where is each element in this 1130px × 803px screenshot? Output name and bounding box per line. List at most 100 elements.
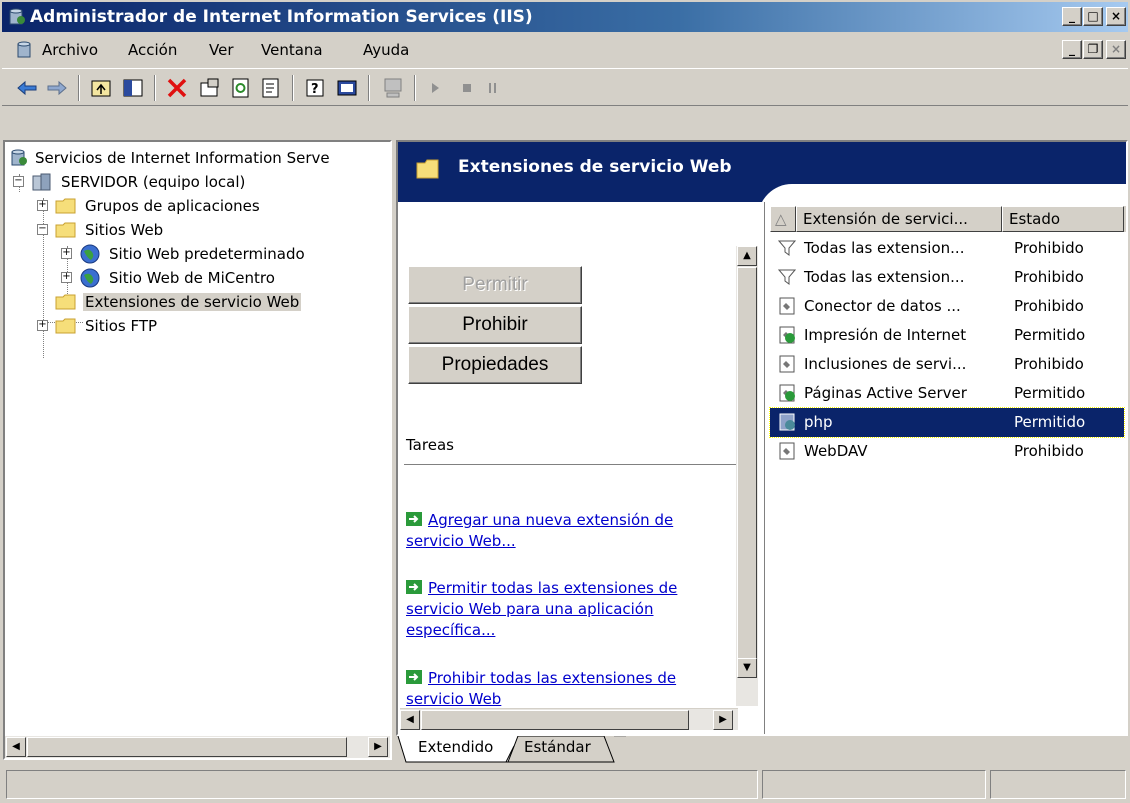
iis-manager-window: Administrador de Internet Information Se… [0,0,1130,803]
restore-icon: ❐ [1087,42,1099,56]
scroll-left-button[interactable]: ◀ [6,737,26,757]
task-allow-for-application[interactable]: Permitir todas las extensiones de servic… [406,578,726,641]
properties-icon[interactable] [196,75,222,101]
task-add-extension[interactable]: Agregar una nueva extensión de servicio … [406,510,726,552]
export-list-icon[interactable] [258,75,284,101]
extension-name: Inclusiones de servi... [804,355,967,373]
child-close-button[interactable]: × [1106,40,1126,59]
pause-icon[interactable] [480,75,506,101]
extension-allowed-icon [779,326,795,344]
menu-ayuda[interactable]: Ayuda [363,41,409,59]
console-tree[interactable]: Servicios de Internet Information Serve … [3,140,392,760]
scroll-thumb[interactable] [27,737,347,757]
task-link[interactable]: Agregar una nueva extensión de servicio … [406,511,673,550]
list-item[interactable]: WebDAV Prohibido [770,437,1124,466]
deny-button[interactable]: Prohibir [408,306,582,344]
tasks-divider [404,464,738,465]
task-arrow-icon [406,670,422,684]
pane-splitter[interactable] [764,202,766,734]
tree-line [43,198,44,358]
scroll-thumb[interactable] [421,710,689,730]
properties-button[interactable]: Propiedades [408,346,582,384]
allow-button[interactable]: Permitir [408,266,582,304]
list-item[interactable]: Impresión de Internet Permitido [770,321,1124,350]
title-bar[interactable]: Administrador de Internet Information Se… [2,2,1128,32]
expand-toggle[interactable]: + [61,272,72,283]
play-icon[interactable] [422,75,448,101]
collapse-toggle[interactable]: − [13,176,24,187]
scroll-thumb[interactable] [737,267,757,659]
console-window-icon [17,41,31,58]
scroll-right-button[interactable]: ▶ [368,737,388,757]
task-arrow-icon [406,512,422,526]
list-item[interactable]: Páginas Active Server Permitido [770,379,1124,408]
close-icon: × [1110,9,1122,23]
tree-label: Sitio Web de MiCentro [109,269,275,287]
collapse-toggle[interactable]: − [37,224,48,235]
extension-denied-icon [779,442,795,460]
tree-horizontal-scrollbar[interactable]: ◀ ▶ [5,736,390,758]
stop-icon[interactable] [454,75,480,101]
column-header-extension[interactable]: Extensión de servici... [796,206,1002,232]
list-item[interactable]: Inclusiones de servi... Prohibido [770,350,1124,379]
delete-icon[interactable] [164,75,190,101]
maximize-button[interactable]: □ [1083,7,1103,26]
task-link[interactable]: Permitir todas las extensiones de servic… [406,579,677,639]
close-icon: × [1110,42,1122,56]
tasks-vertical-scrollbar[interactable]: ▲ ▼ [736,246,758,706]
task-arrow-icon [406,580,422,594]
sort-column-header[interactable]: △ [770,206,796,232]
menu-ver[interactable]: Ver [209,41,234,59]
computer-icon[interactable] [380,75,406,101]
close-button[interactable]: × [1106,7,1126,26]
task-link[interactable]: Prohibir todas las extensiones de servic… [406,669,676,708]
minimize-icon: _ [1069,9,1075,23]
folder-icon [55,294,76,310]
list-item[interactable]: Todas las extension... Prohibido [770,234,1124,263]
list-item[interactable]: Todas las extension... Prohibido [770,263,1124,292]
task-deny-all[interactable]: Prohibir todas las extensiones de servic… [406,668,726,710]
details-pane: Extensiones de servicio Web Permitir Pro… [396,140,1128,736]
scroll-right-button[interactable]: ▶ [713,710,733,730]
scroll-up-button[interactable]: ▲ [737,246,757,266]
refresh-icon[interactable] [228,75,254,101]
menu-ventana[interactable]: Ventana [261,41,323,59]
menu-accion[interactable]: Acción [128,41,177,59]
expand-toggle[interactable]: + [37,320,48,331]
tasks-horizontal-scrollbar[interactable]: ◀ ▶ [400,708,738,730]
show-hide-tree-icon[interactable] [120,75,146,101]
toolbar-separator [368,75,370,101]
child-minimize-button[interactable]: _ [1062,40,1082,59]
status-panel-right [990,770,1126,799]
extension-denied-icon [779,355,795,373]
view-tabs: Extendido Estándar [396,736,1128,764]
tab-extendido[interactable]: Extendido [408,736,503,762]
up-folder-icon[interactable] [88,75,114,101]
child-restore-button[interactable]: ❐ [1083,40,1103,59]
svg-text:?: ? [311,82,319,97]
scroll-down-button[interactable]: ▼ [737,658,757,678]
extension-name: Conector de datos ... [804,297,961,315]
column-header-status[interactable]: Estado [1002,206,1124,232]
extension-allowed-icon [779,384,795,402]
extension-name: Todas las extension... [804,268,965,286]
list-item-selected[interactable]: php Permitido [769,407,1125,438]
server-icon [32,173,51,191]
tab-estandar[interactable]: Estándar [514,736,601,762]
forward-arrow-icon[interactable] [44,75,70,101]
minimize-button[interactable]: _ [1062,7,1082,26]
tree-label: Extensiones de servicio Web [83,293,302,311]
extension-name: Todas las extension... [804,239,965,257]
list-item[interactable]: Conector de datos ... Prohibido [770,292,1124,321]
menu-archivo[interactable]: Archivo [42,41,98,59]
back-arrow-icon[interactable] [14,75,40,101]
scroll-left-button[interactable]: ◀ [400,710,420,730]
expand-toggle[interactable]: + [37,200,48,211]
extensions-list[interactable]: Todas las extension... Prohibido Todas l… [769,234,1126,734]
expand-toggle[interactable]: + [61,248,72,259]
help-icon[interactable]: ? [302,75,328,101]
extension-status: Prohibido [1014,355,1084,373]
filter-icon [778,240,796,256]
console-icon[interactable] [334,75,360,101]
tree-label: SERVIDOR (equipo local) [61,173,246,191]
